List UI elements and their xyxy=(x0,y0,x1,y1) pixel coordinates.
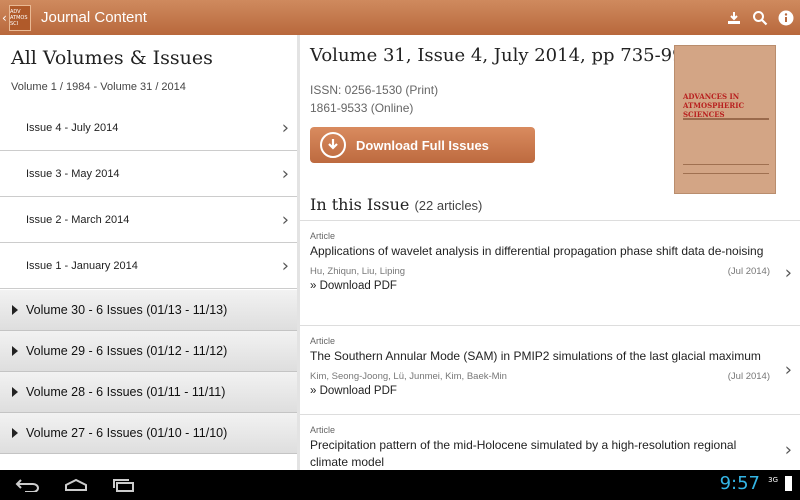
volumes-panel: All Volumes & Issues Volume 1 / 1984 - V… xyxy=(0,35,297,470)
volumes-title: All Volumes & Issues xyxy=(11,47,213,69)
download-full-issues-button[interactable]: Download Full Issues xyxy=(310,127,535,163)
issue-item[interactable]: Issue 2 - March 2014 › xyxy=(0,197,297,243)
expand-triangle-icon xyxy=(12,428,18,438)
cover-title: ADVANCES IN ATMOSPHERIC SCIENCES xyxy=(683,92,745,119)
in-this-issue-label: In this Issue xyxy=(310,195,410,214)
back-icon[interactable] xyxy=(8,474,48,496)
article-title: Precipitation pattern of the mid-Holocen… xyxy=(310,438,737,469)
back-chevron-icon[interactable]: ‹ xyxy=(2,11,8,25)
download-full-issues-label: Download Full Issues xyxy=(356,137,489,153)
article-list: Article Applications of wavelet analysis… xyxy=(300,220,800,470)
volume-item[interactable]: Volume 27 - 6 Issues (01/10 - 11/10) xyxy=(0,413,297,454)
article-date: (Jul 2014) xyxy=(727,371,770,382)
action-bar: ‹ ADV ATMOS SCI Journal Content xyxy=(0,0,800,35)
issue-heading: Volume 31, Issue 4, July 2014, pp 735-99… xyxy=(310,45,696,66)
article-type: Article xyxy=(310,425,336,435)
chevron-right-icon: › xyxy=(281,255,289,276)
article-item[interactable]: Article Precipitation pattern of the mid… xyxy=(300,415,800,470)
issue-list: Issue 4 - July 2014 › Issue 3 - May 2014… xyxy=(0,105,297,289)
issue-item[interactable]: Issue 4 - July 2014 › xyxy=(0,105,297,151)
volume-label: Volume 30 - 6 Issues (01/13 - 11/13) xyxy=(26,303,228,317)
article-meta: Kim, Seong-Joong, Lü, Junmei, Kim, Baek-… xyxy=(310,371,770,382)
chevron-right-icon: › xyxy=(784,439,792,460)
article-item[interactable]: Article Applications of wavelet analysis… xyxy=(300,221,800,326)
status-clock: 9:57 xyxy=(719,473,760,494)
journal-cover[interactable]: ADVANCES IN ATMOSPHERIC SCIENCES xyxy=(674,45,776,194)
volume-item[interactable]: Volume 29 - 6 Issues (01/12 - 11/12) xyxy=(0,331,297,372)
volume-label: Volume 29 - 6 Issues (01/12 - 11/12) xyxy=(26,344,228,358)
issue-label: Issue 4 - July 2014 xyxy=(26,121,119,134)
chevron-right-icon: › xyxy=(784,359,792,381)
volume-list: Volume 30 - 6 Issues (01/13 - 11/13) Vol… xyxy=(0,290,297,454)
chevron-right-icon: › xyxy=(784,262,792,284)
article-type: Article xyxy=(310,231,336,241)
chevron-right-icon: › xyxy=(281,209,289,230)
article-title: The Southern Annular Mode (SAM) in PMIP2… xyxy=(310,349,761,363)
app-logo-icon[interactable]: ADV ATMOS SCI xyxy=(9,4,31,31)
article-meta: Hu, Zhiqun, Liu, Liping (Jul 2014) xyxy=(310,266,770,277)
article-title: Applications of wavelet analysis in diff… xyxy=(310,244,764,258)
article-date: (Jul 2014) xyxy=(727,266,770,277)
article-authors: Hu, Zhiqun, Liu, Liping xyxy=(310,266,406,277)
volume-label: Volume 28 - 6 Issues (01/11 - 11/11) xyxy=(26,385,226,399)
volume-item[interactable]: Volume 30 - 6 Issues (01/13 - 11/13) xyxy=(0,290,297,331)
recent-apps-icon[interactable] xyxy=(104,474,144,496)
issue-label: Issue 1 - January 2014 xyxy=(26,259,138,272)
article-type: Article xyxy=(310,336,336,346)
article-item[interactable]: Article The Southern Annular Mode (SAM) … xyxy=(300,326,800,415)
search-icon[interactable] xyxy=(752,10,768,26)
toolbar-icons xyxy=(726,0,794,35)
volumes-range: Volume 1 / 1984 - Volume 31 / 2014 xyxy=(11,81,186,93)
issn-print: ISSN: 0256-1530 (Print) xyxy=(310,83,439,97)
issue-label: Issue 2 - March 2014 xyxy=(26,213,130,226)
download-icon[interactable] xyxy=(726,10,742,26)
expand-triangle-icon xyxy=(12,305,18,315)
volume-item[interactable]: Volume 28 - 6 Issues (01/11 - 11/11) xyxy=(0,372,297,413)
cover-rule xyxy=(683,118,769,120)
issue-item[interactable]: Issue 3 - May 2014 › xyxy=(0,151,297,197)
issn-info: ISSN: 0256-1530 (Print) 1861-9533 (Onlin… xyxy=(310,81,438,117)
expand-triangle-icon xyxy=(12,387,18,397)
system-nav-bar: 9:57 3G xyxy=(0,470,800,500)
download-pdf-link[interactable]: » Download PDF xyxy=(310,280,770,292)
chevron-right-icon: › xyxy=(281,163,289,184)
info-icon[interactable] xyxy=(778,10,794,26)
network-indicator: 3G xyxy=(768,476,778,484)
chevron-right-icon: › xyxy=(281,117,289,138)
issue-item[interactable]: Issue 1 - January 2014 › xyxy=(0,243,297,289)
volume-label: Volume 27 - 6 Issues (01/10 - 11/10) xyxy=(26,426,228,440)
in-this-issue-heading: In this Issue (22 articles) xyxy=(310,195,482,214)
home-icon[interactable] xyxy=(56,474,96,496)
issn-online: 1861-9533 (Online) xyxy=(310,101,414,115)
battery-icon xyxy=(785,476,792,491)
article-authors: Kim, Seong-Joong, Lü, Junmei, Kim, Baek-… xyxy=(310,371,507,382)
issue-detail-panel: Volume 31, Issue 4, July 2014, pp 735-99… xyxy=(300,35,800,470)
article-count: (22 articles) xyxy=(414,198,483,213)
expand-triangle-icon xyxy=(12,346,18,356)
cover-rule xyxy=(683,164,769,174)
app-title: Journal Content xyxy=(41,9,147,26)
issue-label: Issue 3 - May 2014 xyxy=(26,167,120,180)
download-arrow-icon xyxy=(320,132,346,158)
download-pdf-link[interactable]: » Download PDF xyxy=(310,385,770,397)
